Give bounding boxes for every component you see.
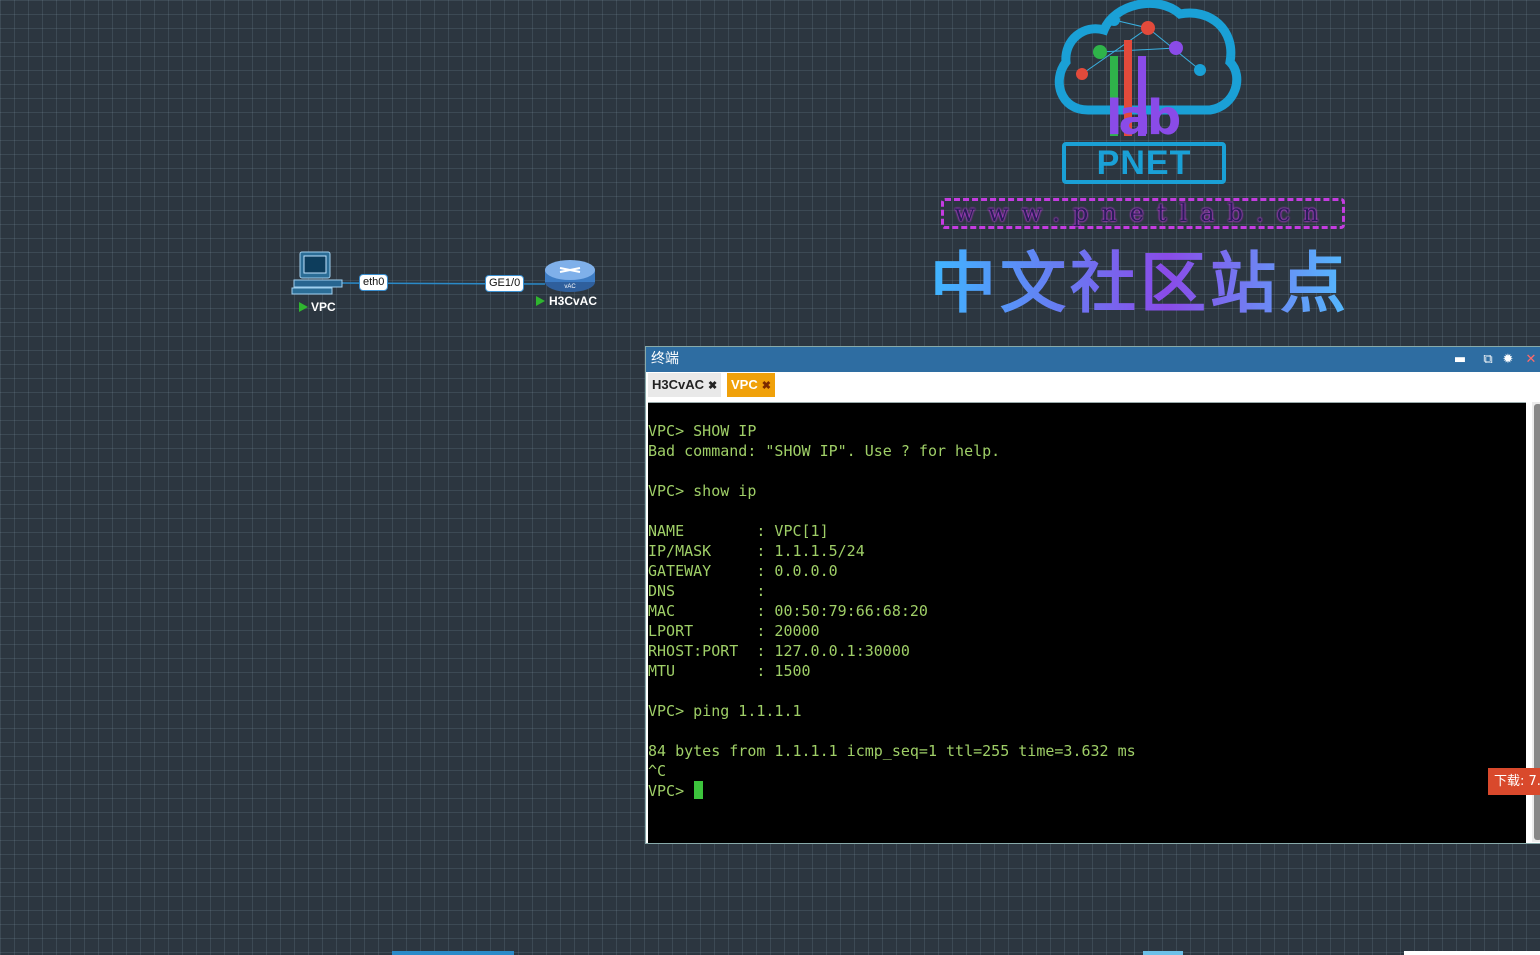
h3cvac-node-label: H3CvAC bbox=[549, 294, 597, 308]
tab-close-icon[interactable]: ✖ bbox=[708, 380, 717, 392]
tab-vpc[interactable]: VPC ✖ bbox=[727, 373, 775, 397]
terminal-console[interactable]: VPC> SHOW IP Bad command: "SHOW IP". Use… bbox=[648, 402, 1526, 843]
bottom-element bbox=[1143, 951, 1183, 955]
console-output: VPC> SHOW IP Bad command: "SHOW IP". Use… bbox=[648, 422, 1136, 800]
computer-icon bbox=[290, 250, 346, 298]
settings-icon[interactable]: ✹ bbox=[1499, 347, 1517, 372]
terminal-tab-bar: H3CvAC ✖ VPC ✖ bbox=[646, 372, 1540, 399]
logo-tagline: 中文社区站点 bbox=[930, 244, 1362, 324]
node-running-indicator bbox=[536, 296, 545, 306]
router-badge: vAC bbox=[564, 284, 576, 290]
terminal-title-bar[interactable]: 终端 ▬ ⧉ ✹ ✕ bbox=[646, 347, 1540, 372]
tab-label: H3CvAC bbox=[652, 377, 704, 392]
restore-icon[interactable]: ⧉ bbox=[1479, 347, 1497, 372]
iface-label-eth0[interactable]: eth0 bbox=[359, 274, 388, 291]
vpc-node[interactable]: VPC bbox=[290, 250, 346, 310]
router-icon: vAC bbox=[540, 258, 600, 294]
logo-brand-text: PNET bbox=[1097, 144, 1192, 182]
vpc-node-label: VPC bbox=[311, 300, 336, 314]
bottom-element bbox=[392, 951, 514, 955]
close-icon[interactable]: ✕ bbox=[1522, 347, 1540, 372]
download-speed-badge[interactable]: 下载: 7. bbox=[1488, 768, 1540, 795]
iface-label-ge1-0[interactable]: GE1/0 bbox=[485, 275, 524, 292]
terminal-window[interactable]: 终端 ▬ ⧉ ✹ ✕ H3CvAC ✖ VPC ✖ VPC> SHOW IP Bad… bbox=[645, 346, 1540, 844]
h3cvac-node[interactable]: vAC H3CvAC bbox=[536, 258, 606, 310]
pnetlab-logo: lab PNET bbox=[1040, 0, 1250, 190]
tab-h3cvac[interactable]: H3CvAC ✖ bbox=[648, 373, 721, 397]
terminal-title: 终端 bbox=[651, 351, 679, 367]
node-running-indicator bbox=[299, 302, 308, 312]
text-cursor bbox=[694, 781, 703, 799]
bottom-element bbox=[1404, 951, 1540, 955]
logo-brand-box: PNET bbox=[1062, 142, 1226, 184]
logo-lab-text: lab bbox=[1106, 92, 1177, 144]
tab-close-icon[interactable]: ✖ bbox=[762, 380, 771, 392]
tab-label: VPC bbox=[731, 377, 758, 392]
logo-url: www.pnetlab.cn bbox=[941, 198, 1345, 229]
minimize-icon[interactable]: ▬ bbox=[1451, 347, 1469, 372]
